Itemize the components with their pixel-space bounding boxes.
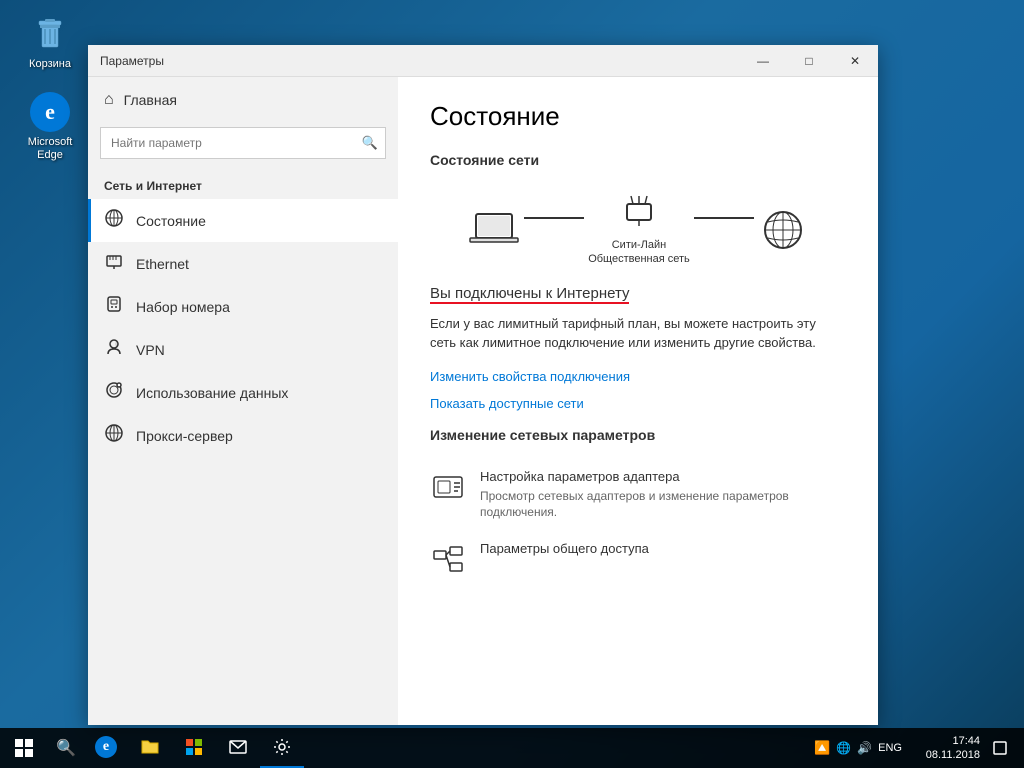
network-tray-icon[interactable]: 🔼 [814, 740, 830, 756]
dialup-icon [104, 295, 124, 318]
sharing-settings-card[interactable]: Параметры общего доступа [430, 531, 846, 587]
ethernet-icon [104, 252, 124, 275]
laptop-svg [468, 210, 520, 250]
sidebar-category: Сеть и Интернет [88, 171, 398, 199]
sharing-settings-title: Параметры общего доступа [480, 541, 649, 556]
taskbar-items: e [84, 728, 814, 768]
sidebar-search-container: 🔍 [100, 127, 386, 159]
taskbar-right: 🔼 🌐 🔊 ENG 17:44 08.11.2018 [814, 728, 1024, 768]
laptop-node [468, 210, 520, 250]
search-icon: 🔍 [56, 738, 76, 758]
page-title: Состояние [430, 101, 846, 132]
settings-window: Параметры — □ ✕ ⌂ Главная 🔍 Сеть и Интер… [88, 45, 878, 725]
router-node: Сити-Лайн Общественная сеть [588, 194, 690, 267]
home-icon: ⌂ [104, 91, 114, 109]
sidebar-item-proxy[interactable]: Прокси-сервер [88, 414, 398, 457]
window-body: ⌂ Главная 🔍 Сеть и Интернет [88, 77, 878, 725]
sharing-card-text: Параметры общего доступа [480, 541, 649, 560]
taskbar-mail[interactable] [216, 728, 260, 768]
taskbar-system-icons: 🔼 🌐 🔊 ENG [814, 740, 902, 756]
maximize-button[interactable]: □ [786, 45, 832, 77]
recycle-bin-label: Корзина [29, 58, 71, 71]
taskbar-clock[interactable]: 17:44 08.11.2018 [910, 734, 980, 763]
globe-svg [758, 210, 808, 250]
window-title: Параметры [100, 54, 740, 68]
proxy-label: Прокси-сервер [136, 428, 233, 444]
taskbar-explorer[interactable] [128, 728, 172, 768]
taskbar-settings[interactable] [260, 728, 304, 768]
recycle-bin-icon[interactable]: Корзина [10, 10, 90, 75]
network-status-title: Состояние сети [430, 152, 846, 168]
lang-label: ENG [878, 742, 902, 754]
ethernet-label: Ethernet [136, 256, 189, 272]
net-line-1 [524, 217, 584, 219]
vpn-label: VPN [136, 342, 165, 358]
start-button[interactable] [0, 728, 48, 768]
proxy-icon [104, 424, 124, 447]
sharing-icon [430, 541, 466, 577]
search-input[interactable] [100, 127, 386, 159]
taskbar-edge[interactable]: e [84, 728, 128, 768]
close-button[interactable]: ✕ [832, 45, 878, 77]
network-icon[interactable]: 🌐 [836, 741, 851, 755]
router-svg [621, 194, 657, 234]
status-icon [104, 209, 124, 232]
edge-logo: e [30, 92, 70, 132]
adapter-card-text: Настройка параметров адаптера Просмотр с… [480, 469, 846, 522]
home-label: Главная [124, 92, 177, 108]
sidebar-item-data-usage[interactable]: Использование данных [88, 371, 398, 414]
edge-label: MicrosoftEdge [28, 136, 73, 162]
net-line-2 [694, 217, 754, 219]
globe-node [758, 210, 808, 250]
taskbar-search[interactable]: 🔍 [48, 728, 84, 768]
sidebar-item-status[interactable]: Состояние [88, 199, 398, 242]
content-area: Состояние Состояние сети [398, 77, 878, 725]
sidebar-item-ethernet[interactable]: Ethernet [88, 242, 398, 285]
network-diagram: Сити-Лайн Общественная сеть [430, 184, 846, 277]
desktop: Корзина e MicrosoftEdge Параметры — □ ✕ … [0, 0, 1024, 768]
vpn-icon [104, 338, 124, 361]
adapter-icon [430, 469, 466, 505]
sidebar: ⌂ Главная 🔍 Сеть и Интернет [88, 77, 398, 725]
change-settings-title: Изменение сетевых параметров [430, 427, 846, 443]
dialup-label: Набор номера [136, 299, 230, 315]
titlebar: Параметры — □ ✕ [88, 45, 878, 77]
connected-text: Вы подключены к Интернету [430, 285, 629, 304]
minimize-button[interactable]: — [740, 45, 786, 77]
status-label: Состояние [136, 213, 206, 229]
notification-button[interactable] [984, 728, 1016, 768]
change-properties-link[interactable]: Изменить свойства подключения [430, 369, 846, 384]
titlebar-controls: — □ ✕ [740, 45, 878, 77]
sidebar-home[interactable]: ⌂ Главная [88, 77, 398, 123]
volume-icon[interactable]: 🔊 [857, 741, 872, 755]
taskbar: 🔍 e [0, 728, 1024, 768]
adapter-settings-card[interactable]: Настройка параметров адаптера Просмотр с… [430, 459, 846, 532]
show-available-networks-link[interactable]: Показать доступные сети [430, 396, 846, 411]
adapter-settings-desc: Просмотр сетевых адаптеров и изменение п… [480, 488, 846, 522]
data-usage-icon [104, 381, 124, 404]
search-icon: 🔍 [362, 135, 378, 151]
edge-desktop-icon[interactable]: e MicrosoftEdge [10, 88, 90, 166]
data-usage-label: Использование данных [136, 385, 288, 401]
date-display: 08.11.2018 [910, 748, 980, 762]
description-text: Если у вас лимитный тарифный план, вы мо… [430, 314, 830, 353]
time-display: 17:44 [910, 734, 980, 748]
sidebar-item-dialup[interactable]: Набор номера [88, 285, 398, 328]
sidebar-item-vpn[interactable]: VPN [88, 328, 398, 371]
adapter-settings-title: Настройка параметров адаптера [480, 469, 846, 484]
router-label: Сити-Лайн Общественная сеть [588, 238, 690, 267]
taskbar-store[interactable] [172, 728, 216, 768]
